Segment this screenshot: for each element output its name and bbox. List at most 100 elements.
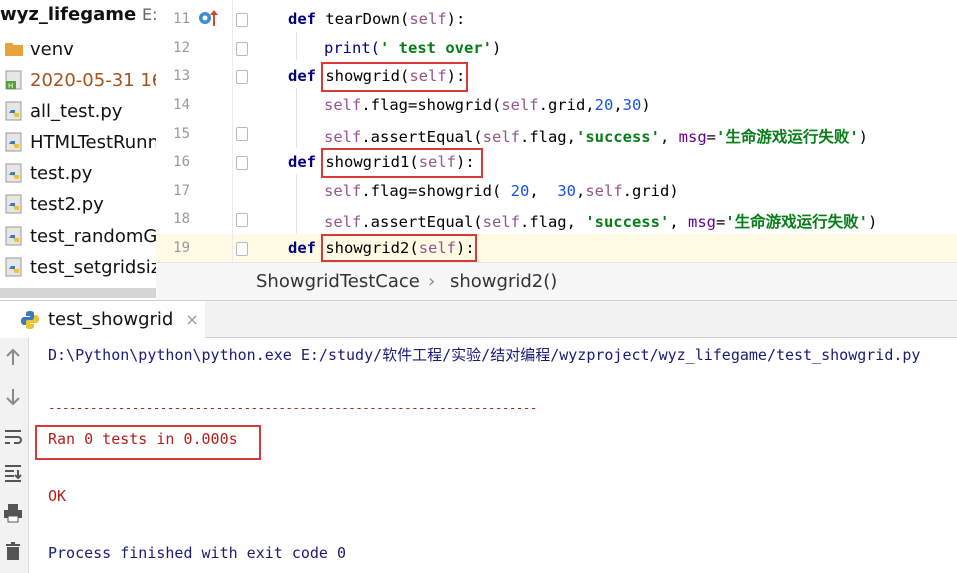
code-number: 20 — [510, 182, 530, 200]
code-punct: = — [715, 213, 726, 231]
breadcrumb-separator: › — [428, 271, 436, 292]
code-punct: , — [659, 128, 679, 146]
code-keyword: def — [288, 153, 316, 171]
code-text: .assertEqual( — [361, 128, 483, 146]
code-string: '生命游戏运行失败' — [716, 128, 859, 146]
code-self: self — [324, 213, 362, 231]
tree-item-test2[interactable]: test2.py — [4, 189, 104, 219]
code-punct: ) — [858, 128, 869, 146]
code-function-name: tearDown — [316, 10, 400, 28]
breadcrumb: ShowgridTestCace › showgrid2() — [156, 262, 957, 301]
fold-marker[interactable] — [236, 156, 248, 170]
print-icon[interactable] — [2, 502, 24, 524]
code-keyword: def — [288, 67, 316, 85]
code-string: 'success' — [575, 128, 660, 146]
code-number: 20 — [594, 96, 614, 114]
run-tab-bar: test_showgrid × — [0, 300, 957, 338]
scroll-to-end-icon[interactable] — [2, 462, 24, 484]
arrow-up-icon[interactable] — [2, 346, 24, 368]
tree-item-test[interactable]: test.py — [4, 158, 92, 188]
code-text: .flag, — [519, 213, 586, 231]
line-number: 17 — [173, 183, 190, 199]
code-string: ' test over' — [380, 39, 492, 57]
code-self: self — [324, 128, 362, 146]
code-string: '生命游戏运行失败' — [725, 213, 868, 231]
code-self: self — [324, 182, 362, 200]
code-self: self — [482, 128, 520, 146]
fold-marker[interactable] — [236, 213, 248, 227]
current-line-highlight — [156, 234, 957, 262]
code-punct: , — [575, 182, 586, 200]
code-line-11: def tearDown(self): — [288, 10, 465, 28]
line-number: 11 — [173, 11, 190, 27]
override-method-icon[interactable] — [198, 8, 220, 28]
console-ok: OK — [48, 487, 67, 505]
annotation-box-showgrid2 — [321, 234, 477, 262]
code-punct: , — [669, 213, 688, 231]
indent-guide — [296, 32, 297, 60]
soft-wrap-icon[interactable] — [2, 426, 24, 448]
tree-item-label: test_setgridsiz — [30, 256, 156, 278]
fold-marker[interactable] — [236, 127, 248, 141]
code-string: 'success' — [585, 213, 670, 231]
project-root-path: E:\s — [141, 5, 156, 24]
gutter-divider — [232, 0, 233, 262]
trash-icon[interactable] — [2, 540, 24, 562]
python-file-icon — [5, 226, 22, 246]
line-number: 16 — [173, 154, 190, 170]
code-kwarg: msg — [678, 128, 707, 146]
code-line-14: self.flag=showgrid(self.grid,20,30) — [324, 96, 651, 114]
tree-item-label: test_randomG — [30, 225, 156, 247]
close-icon[interactable]: × — [185, 310, 198, 329]
code-text: .grid, — [538, 96, 595, 114]
run-toolbar — [0, 338, 29, 573]
annotation-box-showgrid — [321, 62, 468, 92]
fold-marker[interactable] — [236, 13, 248, 27]
tree-item-all-test[interactable]: all_test.py — [4, 96, 122, 126]
code-punct: ( — [400, 10, 410, 28]
tree-item-htmltestrunner[interactable]: HTMLTestRunn — [4, 127, 156, 157]
tab-test-showgrid[interactable]: test_showgrid × — [0, 301, 205, 338]
code-punct: ): — [446, 10, 466, 28]
fold-marker[interactable] — [236, 242, 248, 256]
python-file-icon — [5, 257, 22, 277]
code-number: 30 — [557, 182, 576, 200]
html-file-icon: H — [5, 70, 22, 90]
code-punct: ) — [491, 39, 502, 57]
code-text: .flag, — [519, 128, 576, 146]
project-root[interactable]: wyz_lifegame E:\s — [0, 4, 156, 30]
tree-item-test-setgridsize[interactable]: test_setgridsiz — [4, 252, 156, 282]
code-line-15: self.assertEqual(self.flag,'success', ms… — [324, 125, 868, 147]
tree-item-selected[interactable] — [0, 288, 156, 298]
breadcrumb-method[interactable]: showgrid2() — [450, 271, 557, 292]
code-kwarg: msg — [687, 213, 716, 231]
tree-item-test-randomgrid[interactable]: test_randomG — [4, 221, 156, 251]
code-self: self — [501, 96, 539, 114]
python-file-icon — [5, 132, 22, 152]
tree-item-label: test.py — [30, 162, 93, 184]
console-separator: ----------------------------------------… — [48, 400, 537, 415]
tree-item-label: test2.py — [30, 193, 104, 215]
code-line-12: print(' test over') — [324, 39, 501, 57]
python-run-icon — [21, 310, 39, 329]
annotation-box-showgrid1 — [321, 148, 483, 178]
line-number: 19 — [173, 240, 190, 256]
code-keyword: def — [288, 239, 316, 257]
code-line-17: self.flag=showgrid( 20, 30,self.grid) — [324, 182, 679, 200]
line-number: 12 — [173, 40, 190, 56]
line-number: 14 — [173, 97, 190, 113]
fold-marker[interactable] — [236, 42, 248, 56]
code-punct: , — [613, 96, 623, 114]
arrow-down-icon[interactable] — [2, 386, 24, 408]
tree-item-venv[interactable]: venv — [4, 34, 74, 64]
code-number: 30 — [622, 96, 642, 114]
fold-marker[interactable] — [236, 70, 248, 84]
breadcrumb-class[interactable]: ShowgridTestCace — [256, 271, 420, 292]
code-self: self — [482, 213, 520, 231]
code-text: .grid — [622, 182, 670, 200]
tree-item-label: HTMLTestRunn — [30, 131, 156, 153]
tree-item-html-report[interactable]: H 2020-05-31 16 — [4, 65, 156, 95]
code-editor[interactable]: 11 12 13 14 15 16 17 18 19 def tearDown(… — [156, 0, 957, 262]
python-file-icon — [5, 194, 22, 214]
code-text: .flag=showgrid( — [361, 182, 511, 200]
